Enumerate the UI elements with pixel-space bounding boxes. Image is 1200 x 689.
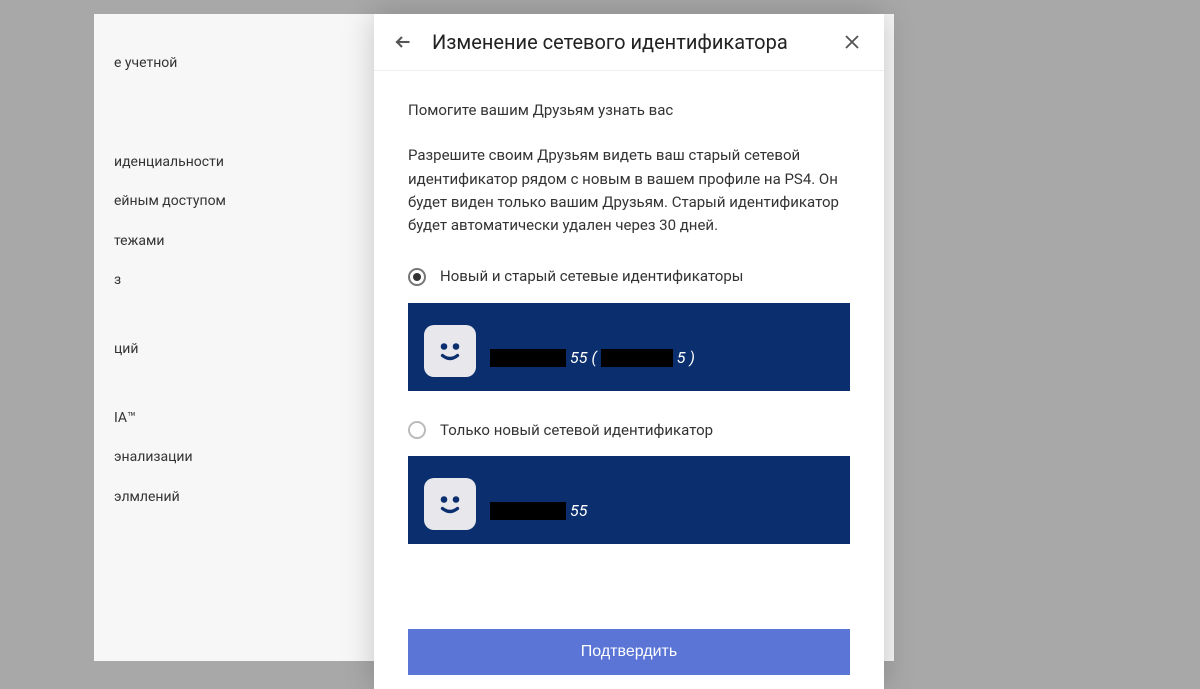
option-new-and-old[interactable]: Новый и старый сетевые идентификаторы [408, 265, 850, 288]
sidebar-item: тежами [114, 222, 354, 261]
close-button[interactable] [840, 30, 864, 54]
modal-title: Изменение сетевого идентификатора [432, 30, 822, 54]
confirm-button[interactable]: Подтвердить [408, 629, 850, 675]
preview-id-text: 55 [490, 499, 587, 530]
option-label: Новый и старый сетевые идентификаторы [440, 265, 743, 288]
background-sidebar: е учетной иденциальности ейным доступом … [94, 14, 374, 661]
sidebar-item: элмлений [114, 478, 354, 517]
back-button[interactable] [390, 30, 414, 54]
sidebar-item: з [114, 261, 354, 300]
sidebar-item: энализации [114, 438, 354, 477]
option-new-only[interactable]: Только новый сетевой идентификатор [408, 419, 850, 442]
option-label: Только новый сетевой идентификатор [440, 419, 713, 442]
redacted-id [490, 502, 566, 520]
sidebar-item: иденциальности [114, 143, 354, 182]
change-online-id-modal: Изменение сетевого идентификатора Помоги… [374, 14, 884, 689]
modal-header: Изменение сетевого идентификатора [374, 14, 884, 71]
modal-body[interactable]: Помогите вашим Друзьям узнать вас Разреш… [374, 71, 884, 613]
preview-new-only: 55 [408, 456, 850, 544]
radio-selected-icon [408, 268, 426, 286]
preview-id-text: 55 ( 5 ) [490, 346, 695, 377]
modal-footer: Подтвердить [374, 613, 884, 689]
sidebar-item: IA™ [114, 399, 354, 438]
avatar-icon [424, 478, 476, 530]
redacted-old-id [601, 349, 673, 367]
radio-unselected-icon [408, 421, 426, 439]
avatar-icon [424, 325, 476, 377]
modal-heading: Помогите вашим Друзьям узнать вас [408, 99, 850, 122]
sidebar-item: е учетной [114, 44, 354, 83]
modal-description: Разрешите своим Друзьям видеть ваш стары… [408, 144, 850, 237]
sidebar-item: ейным доступом [114, 182, 354, 221]
preview-new-and-old: 55 ( 5 ) [408, 303, 850, 391]
redacted-id [490, 349, 566, 367]
sidebar-item: ций [114, 330, 354, 369]
